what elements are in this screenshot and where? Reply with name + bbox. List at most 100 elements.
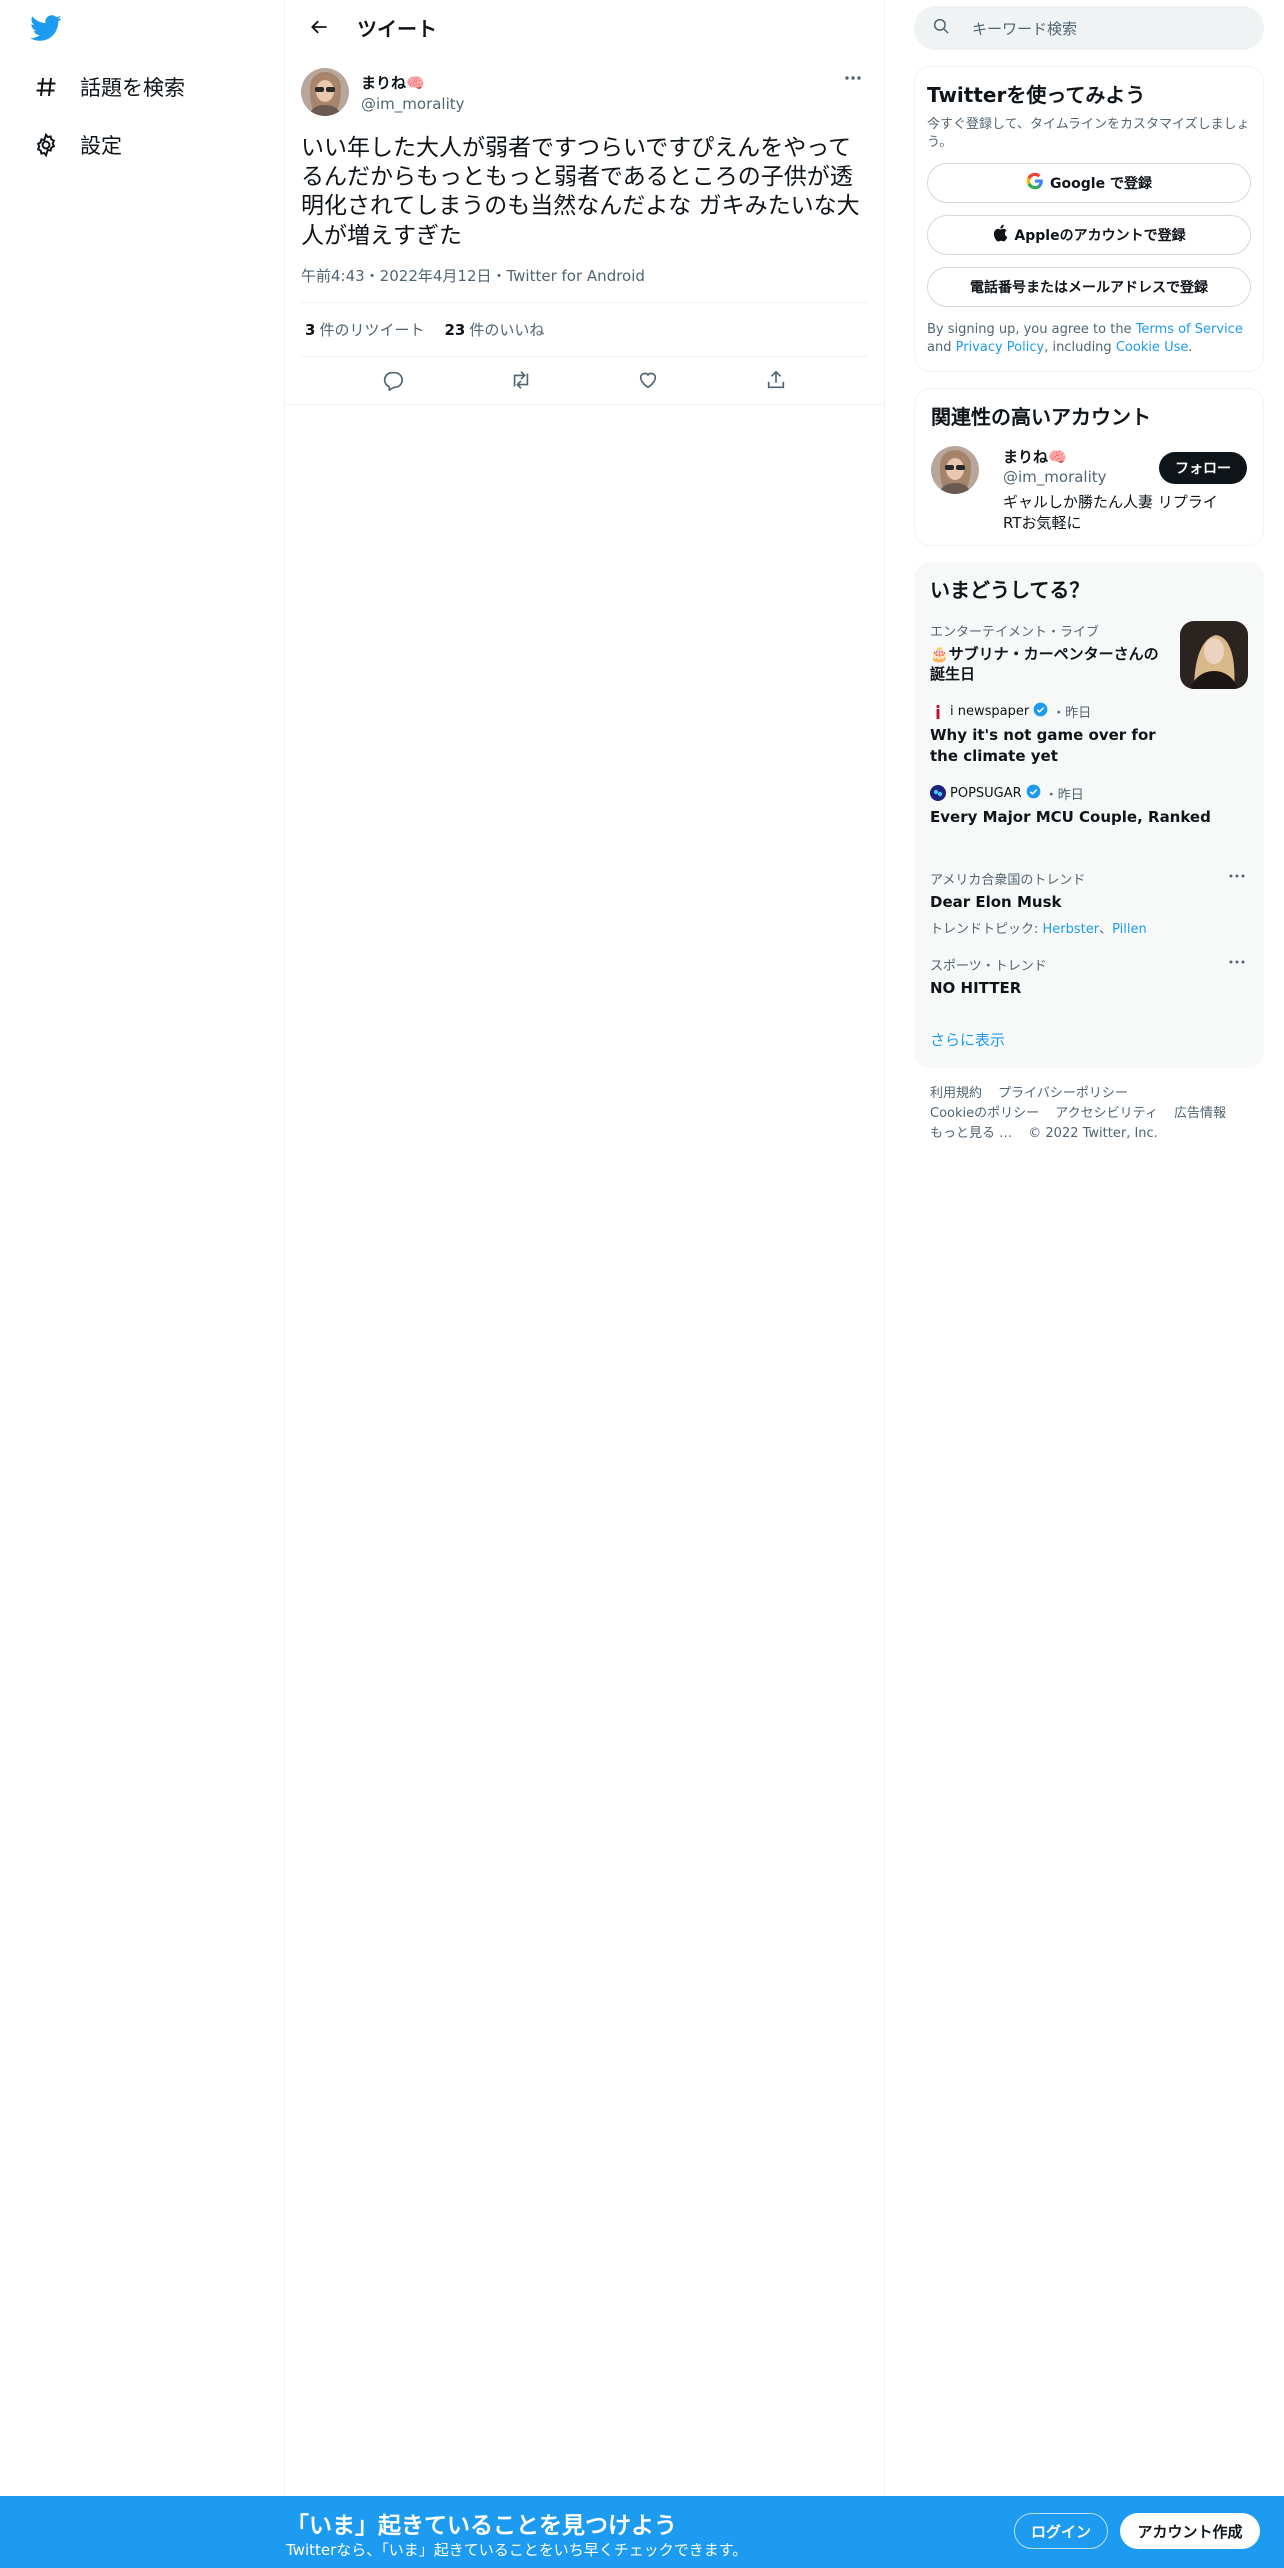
share-icon[interactable] <box>758 362 794 398</box>
trend-topics-prefix: トレンドトピック: <box>930 922 1043 938</box>
more-options-icon[interactable] <box>838 68 868 88</box>
author-handle[interactable]: @im_morality <box>361 95 465 113</box>
left-navigation: 話題を検索 設定 <box>0 0 285 2568</box>
like-icon[interactable] <box>630 362 666 398</box>
trend-related-topics: トレンドトピック: Herbster、Pillen <box>930 918 1248 937</box>
gear-icon <box>32 131 60 159</box>
trend-item[interactable]: i newspaper ・昨日 Why it's not game over f… <box>930 702 1248 766</box>
search-icon <box>932 17 950 39</box>
footer-link[interactable]: アクセシビリティ <box>1055 1106 1158 1121</box>
google-signup-label: Google で登録 <box>1050 176 1152 193</box>
more-options-icon[interactable] <box>1226 955 1248 969</box>
show-more-link[interactable]: さらに表示 <box>930 1029 1248 1050</box>
more-options-icon[interactable] <box>1226 869 1248 883</box>
i-newspaper-logo-icon <box>930 703 946 720</box>
follow-button[interactable]: フォロー <box>1159 452 1247 485</box>
nav-item-label: 設定 <box>80 134 122 158</box>
google-icon <box>1026 172 1044 194</box>
trend-time: ・昨日 <box>1052 706 1092 722</box>
privacy-policy-link[interactable]: Privacy Policy <box>956 340 1045 355</box>
retweet-icon[interactable] <box>503 362 539 398</box>
page-header: ツイート <box>285 0 884 54</box>
like-count-value: 23 <box>444 320 466 339</box>
signup-card: Twitterを使ってみよう 今すぐ登録して、タイムラインをカスタマイズしましょ… <box>914 66 1264 373</box>
tweet-actions <box>285 357 884 405</box>
avatar[interactable] <box>931 446 979 495</box>
trend-source: POPSUGAR ・昨日 <box>930 784 1248 803</box>
nav-item-explore[interactable]: 話題を検索 <box>32 63 185 111</box>
retweet-count-value: 3 <box>305 320 316 339</box>
like-count-label: 件のいいね <box>469 320 545 339</box>
footer-link[interactable]: Cookieのポリシー <box>930 1106 1039 1121</box>
search-placeholder: キーワード検索 <box>972 19 1078 38</box>
related-bio: ギャルしか勝たん人妻 リプライRTお気軽に <box>1003 493 1218 532</box>
trend-item[interactable]: エンターテイメント・ライブ 🎂サブリナ・カーペンターさんの誕生日 <box>930 620 1248 689</box>
bottom-bar-title: 「いま」起きていることを見つけよう <box>286 2513 677 2539</box>
reply-icon[interactable] <box>375 362 411 398</box>
related-accounts-card: 関連性の高いアカウント まりね🧠 @im_morality ギャルしか勝たん人妻… <box>914 388 1264 546</box>
like-count[interactable]: 23 件のいいね <box>444 319 544 340</box>
trend-topic-separator: 、 <box>1099 922 1113 938</box>
back-arrow-icon[interactable] <box>301 9 337 45</box>
retweet-count-label: 件のリツイート <box>319 320 425 339</box>
tweet-timestamp[interactable]: 午前4:43・2022年4月12日・Twitter for Android <box>301 265 868 303</box>
trend-source-name: POPSUGAR <box>950 785 1022 801</box>
signup-title: Twitterを使ってみよう <box>927 83 1146 107</box>
terms-of-service-link[interactable]: Terms of Service <box>1136 322 1243 337</box>
twitter-bird-icon[interactable] <box>30 12 66 48</box>
trends-title: いまどうしてる？ <box>930 577 1090 602</box>
footer-link[interactable]: 利用規約 <box>930 1086 982 1101</box>
trend-title: 🎂サブリナ・カーペンターさんの誕生日 <box>930 644 1159 684</box>
footer-links: 利用規約 プライバシーポリシー Cookieのポリシー アクセシビリティ 広告情… <box>914 1084 1264 1144</box>
sidebar-right: キーワード検索 Twitterを使ってみよう 今すぐ登録して、タイムラインをカス… <box>914 0 1264 1144</box>
hashtag-icon <box>32 73 60 101</box>
page-title: ツイート <box>357 16 437 41</box>
phone-email-signup-button[interactable]: 電話番号またはメールアドレスで登録 <box>927 267 1251 308</box>
trend-title: Dear Elon Musk <box>930 893 1062 912</box>
trend-thumbnail <box>1180 620 1248 689</box>
create-account-button[interactable]: アカウント作成 <box>1120 2513 1260 2549</box>
bottom-signup-bar: 「いま」起きていることを見つけよう Twitterなら、「いま」起きていることを… <box>0 2496 1284 2568</box>
terms-end: . <box>1188 340 1193 356</box>
trend-category: スポーツ・トレンド <box>930 959 1047 975</box>
footer-link[interactable]: プライバシーポリシー <box>998 1086 1128 1101</box>
trend-title: Every Major MCU Couple, Ranked <box>930 807 1211 826</box>
trend-source-name: i newspaper <box>950 704 1030 720</box>
verified-badge-icon <box>1026 784 1041 803</box>
avatar[interactable] <box>301 68 349 116</box>
phone-email-signup-label: 電話番号またはメールアドレスで登録 <box>970 280 1208 297</box>
trend-time: ・昨日 <box>1044 787 1084 803</box>
search-input[interactable]: キーワード検索 <box>914 6 1264 50</box>
trend-item[interactable]: スポーツ・トレンド NO HITTER <box>930 955 1248 998</box>
related-account-row[interactable]: まりね🧠 @im_morality ギャルしか勝たん人妻 リプライRTお気軽に … <box>931 446 1247 533</box>
login-button[interactable]: ログイン <box>1014 2513 1108 2549</box>
footer-link[interactable]: 広告情報 <box>1174 1106 1226 1121</box>
related-title: 関連性の高いアカウント <box>931 405 1151 430</box>
trend-topic-link[interactable]: Pillen <box>1112 922 1147 937</box>
trend-topic-link[interactable]: Herbster <box>1043 922 1100 937</box>
trend-title: Why it's not game over for the climate y… <box>930 726 1156 765</box>
google-signup-button[interactable]: Google で登録 <box>927 163 1251 204</box>
trend-source: i newspaper ・昨日 <box>930 702 1248 721</box>
trend-item[interactable]: アメリカ合衆国のトレンド Dear Elon Musk トレンドトピック: He… <box>930 869 1248 937</box>
main-column: ツイート まりね🧠 @im_morality いい年した大人が弱者ですつらいです… <box>285 0 885 2568</box>
retweet-count[interactable]: 3 件のリツイート <box>305 319 424 340</box>
author-name[interactable]: まりね🧠 <box>361 72 465 93</box>
nav-item-settings[interactable]: 設定 <box>32 121 122 169</box>
footer-link[interactable]: もっと見る … <box>930 1126 1012 1141</box>
trend-category: アメリカ合衆国のトレンド <box>930 873 1086 889</box>
trends-card: いまどうしてる？ エンターテイメント・ライブ 🎂サブリナ・カーペンターさんの誕生… <box>914 561 1264 1068</box>
trend-item[interactable]: POPSUGAR ・昨日 Every Major MCU Couple, Ran… <box>930 784 1248 827</box>
terms-text: By signing up, you agree to the Terms of… <box>927 321 1251 357</box>
terms-prefix: By signing up, you agree to the <box>927 322 1136 338</box>
bottom-bar-subtitle: Twitterなら、「いま」起きていることをいち早くチェックできます。 <box>286 2541 748 2559</box>
tweet-stats: 3 件のリツイート 23 件のいいね <box>301 303 868 357</box>
tweet-text: いい年した大人が弱者ですつらいですぴえんをやってるんだからもっともっと弱者である… <box>301 135 860 249</box>
copyright: © 2022 Twitter, Inc. <box>1028 1125 1158 1141</box>
trend-title: NO HITTER <box>930 979 1022 998</box>
apple-signup-label: Appleのアカウントで登録 <box>1014 228 1186 245</box>
cookie-use-link[interactable]: Cookie Use <box>1116 340 1189 355</box>
terms-and: and <box>927 340 956 356</box>
popsugar-logo-icon <box>930 785 946 802</box>
apple-signup-button[interactable]: Appleのアカウントで登録 <box>927 215 1251 256</box>
